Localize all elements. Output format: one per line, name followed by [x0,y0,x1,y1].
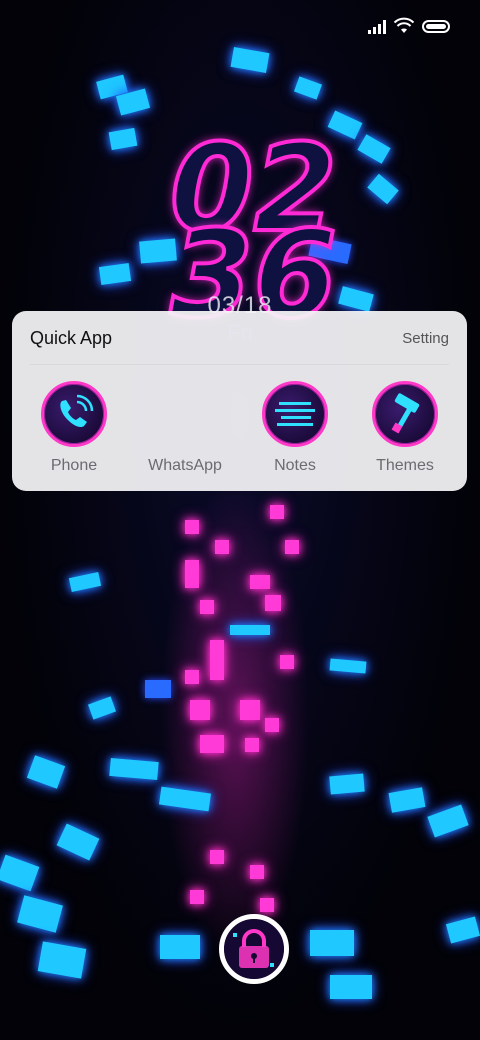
battery-icon [422,20,450,33]
notes-icon [262,381,328,447]
lock-icon [224,919,284,979]
wallpaper-pixel [265,595,281,611]
wallpaper-pixel [270,505,284,519]
wallpaper-pixel [190,890,204,904]
wallpaper-tile [17,895,63,933]
app-label: WhatsApp [148,457,222,474]
wallpaper-pixel [250,575,270,589]
wallpaper-tile [367,173,399,205]
wifi-icon [394,17,414,33]
wallpaper-pixel [285,540,299,554]
status-bar [0,0,480,54]
quick-app-whatsapp[interactable]: WhatsApp [137,381,233,475]
wallpaper-pixel [280,655,294,669]
wallpaper-tile [357,134,391,164]
themes-icon [372,381,438,447]
wallpaper-tile [388,787,426,813]
clock-day: Fri [227,320,253,345]
wallpaper-tile [108,127,138,151]
wallpaper-pixel [185,560,199,588]
wallpaper-tile [98,263,132,285]
wallpaper-tile [230,625,270,635]
quick-app-themes[interactable]: Themes [357,381,453,475]
wallpaper-tile [56,823,100,861]
wallpaper-pixel [240,700,260,720]
wallpaper-pixel [210,850,224,864]
wallpaper-pixel [250,865,264,879]
wallpaper-pixel [185,520,199,534]
wallpaper-tile [445,916,480,944]
wallpaper-pixel [265,718,279,732]
wallpaper-pixel [260,898,274,912]
wallpaper-tile [330,975,372,999]
wallpaper-tile [87,696,117,720]
wallpaper-tile [329,658,367,674]
unlock-button[interactable] [219,914,289,984]
wallpaper-pixel [210,640,224,680]
wallpaper-tile [109,757,159,781]
wallpaper-tile [293,76,323,100]
wallpaper-tile [37,941,87,979]
phone-icon [41,381,107,447]
wallpaper-tile [26,755,66,789]
wallpaper-pixel [200,600,214,614]
whatsapp-icon [152,381,218,447]
wallpaper-tile [427,804,469,838]
app-label: Notes [274,457,316,474]
wallpaper-pixel [185,670,199,684]
wallpaper-tile [310,930,354,956]
app-label: Themes [376,457,434,474]
quick-app-notes[interactable]: Notes [247,381,343,475]
signal-icon [368,20,388,34]
wallpaper-tile [160,935,200,959]
wallpaper-tile [329,773,365,795]
wallpaper-pixel [215,540,229,554]
wallpaper-tile [145,680,171,698]
wallpaper-tile [68,572,102,592]
quick-app-phone[interactable]: Phone [26,381,122,475]
app-label: Phone [50,457,98,474]
wallpaper-pixel [190,700,210,720]
wallpaper-pixel [200,735,224,753]
wallpaper-tile [0,854,40,892]
wallpaper-pixel [245,738,259,752]
